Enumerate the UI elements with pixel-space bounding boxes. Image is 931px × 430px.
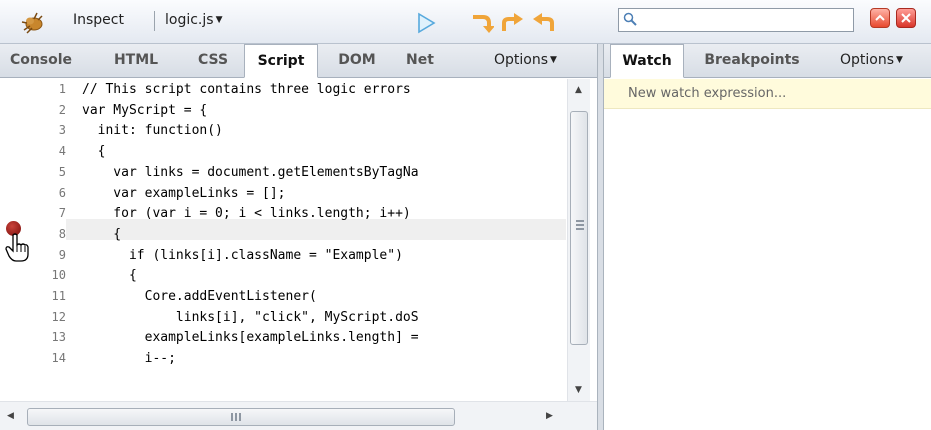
file-select-label: logic.js (165, 12, 214, 28)
code-vertical-scrollbar[interactable]: ▲ ▼ (567, 79, 590, 401)
pointer-hand-icon (5, 233, 29, 262)
horizontal-scroll-thumb[interactable] (27, 408, 455, 426)
panel-tabs: Console HTML CSS Script DOM Net Options ▼ (0, 44, 597, 78)
chevron-down-icon: ▼ (896, 55, 903, 65)
code-line: { (82, 226, 122, 242)
line-number[interactable]: 11 (10, 289, 66, 303)
code-line: exampleLinks[exampleLinks.length] = (82, 330, 419, 346)
line-number[interactable]: 7 (10, 206, 66, 220)
line-number[interactable]: 1 (10, 82, 66, 96)
line-number[interactable]: 14 (10, 351, 66, 365)
firebug-icon[interactable] (20, 10, 46, 34)
code-line: i--; (82, 351, 176, 367)
script-options-menu[interactable]: Options ▼ (494, 44, 557, 77)
scroll-grip-icon (576, 220, 584, 230)
close-button[interactable] (896, 8, 916, 28)
line-number[interactable]: 5 (10, 165, 66, 179)
continue-icon[interactable] (414, 12, 438, 34)
code-line: // This script contains three logic erro… (82, 82, 411, 97)
line-number[interactable]: 4 (10, 144, 66, 158)
script-options-label: Options (494, 52, 549, 68)
scroll-down-arrow-icon[interactable]: ▼ (575, 385, 582, 395)
inspect-button[interactable]: Inspect (73, 12, 124, 28)
new-watch-expression-placeholder: New watch expression... (628, 86, 787, 101)
side-panel-tabs: Watch Breakpoints Options ▼ (604, 44, 931, 78)
line-number[interactable]: 10 (10, 268, 66, 282)
code-line: links[i], "click", MyScript.doS (82, 309, 419, 325)
chevron-down-icon: ▼ (550, 55, 557, 65)
minimize-button[interactable] (870, 8, 890, 28)
new-watch-expression-row[interactable]: New watch expression... (604, 79, 931, 109)
line-number[interactable]: 13 (10, 330, 66, 344)
code-line: { (82, 144, 106, 160)
code-horizontal-scrollbar[interactable]: ◀ ▶ (0, 401, 597, 430)
close-icon (901, 13, 911, 23)
scroll-right-arrow-icon[interactable]: ▶ (546, 411, 553, 421)
code-line: var exampleLinks = []; (82, 185, 286, 201)
code-line: if (links[i].className = "Example") (82, 247, 403, 263)
code-line: for (var i = 0; i < links.length; i++) (82, 206, 411, 222)
search-icon (623, 12, 637, 26)
scroll-grip-icon (231, 413, 241, 421)
line-number[interactable]: 12 (10, 310, 66, 324)
search-input[interactable] (618, 8, 854, 32)
tab-breakpoints[interactable]: Breakpoints (696, 44, 808, 77)
tab-net[interactable]: Net (400, 44, 440, 77)
tab-dom[interactable]: DOM (330, 44, 384, 77)
chevron-up-icon (875, 14, 885, 21)
side-options-label: Options (840, 52, 895, 68)
code-line: var MyScript = { (82, 102, 208, 118)
step-out-icon[interactable] (532, 12, 556, 34)
code-line: init: function() (82, 123, 223, 139)
source-code[interactable]: // This script contains three logic erro… (82, 79, 566, 401)
tab-html[interactable]: HTML (110, 44, 162, 77)
scroll-up-arrow-icon[interactable]: ▲ (575, 85, 582, 95)
chevron-down-icon: ▼ (215, 15, 223, 25)
tab-console[interactable]: Console (6, 44, 76, 77)
scroll-left-arrow-icon[interactable]: ◀ (7, 411, 14, 421)
line-number[interactable]: 2 (10, 103, 66, 117)
code-line: { (82, 268, 137, 284)
toolbar-divider (154, 11, 155, 31)
code-line: Core.addEventListener( (82, 289, 317, 304)
line-number[interactable]: 6 (10, 186, 66, 200)
line-number[interactable]: 3 (10, 123, 66, 137)
vertical-scroll-thumb[interactable] (570, 111, 588, 345)
side-options-menu[interactable]: Options ▼ (840, 44, 903, 77)
tab-css[interactable]: CSS (192, 44, 234, 77)
step-into-icon[interactable] (500, 12, 524, 34)
step-over-icon[interactable] (470, 12, 494, 34)
toolbar: Inspect logic.js ▼ (0, 0, 931, 44)
panel-splitter[interactable] (597, 44, 604, 430)
code-line: var links = document.getElementsByTagNa (82, 164, 419, 180)
tab-script[interactable]: Script (244, 44, 318, 78)
file-select-button[interactable]: logic.js ▼ (165, 12, 222, 28)
tab-watch[interactable]: Watch (610, 44, 684, 78)
